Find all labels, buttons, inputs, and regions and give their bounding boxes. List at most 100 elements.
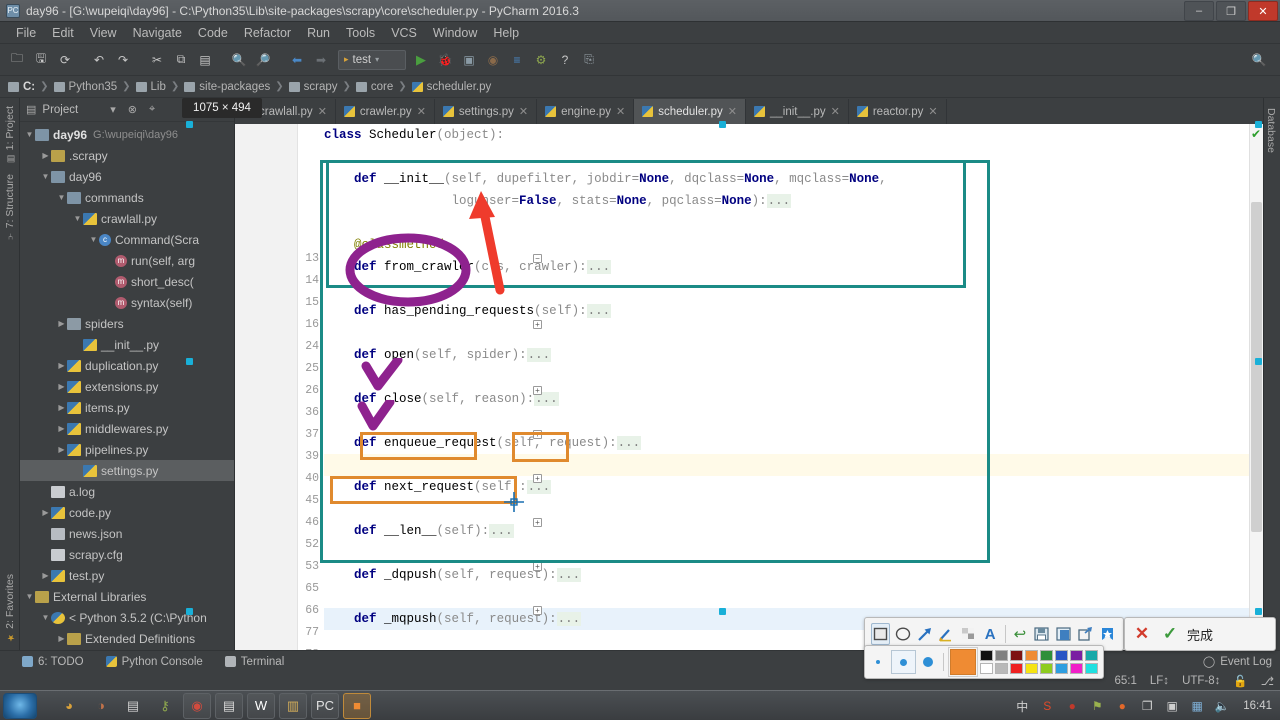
- tool-window-terminal[interactable]: Terminal: [224, 656, 284, 668]
- menu-window[interactable]: Window: [425, 24, 485, 42]
- share-tool[interactable]: [1076, 623, 1095, 645]
- selection-handle-br[interactable]: [1255, 608, 1262, 615]
- fold-expand-icon[interactable]: +: [533, 518, 542, 527]
- twisty-collapsed-icon[interactable]: ▶: [56, 382, 67, 391]
- target-icon[interactable]: ⌖: [149, 103, 155, 116]
- editor-tab[interactable]: reactor.py ✕: [849, 99, 947, 124]
- import-icon[interactable]: ⎘: [578, 49, 600, 71]
- key-icon[interactable]: ⚷: [151, 693, 179, 719]
- tree-item[interactable]: settings.py: [20, 460, 234, 481]
- tree-item[interactable]: ▶ extensions.py: [20, 376, 234, 397]
- twisty-collapsed-icon[interactable]: ▶: [40, 508, 51, 517]
- tree-item[interactable]: ▶ spiders: [20, 313, 234, 334]
- coverage-icon[interactable]: ▣: [458, 49, 480, 71]
- close-tab-icon[interactable]: ✕: [831, 105, 840, 118]
- twisty-collapsed-icon[interactable]: ▶: [56, 361, 67, 370]
- word-icon[interactable]: W: [247, 692, 275, 719]
- fold-expand-icon[interactable]: +: [533, 562, 542, 571]
- breadcrumb-item-1[interactable]: Python35: [53, 81, 117, 93]
- run-icon[interactable]: ▶: [410, 49, 432, 71]
- menu-help[interactable]: Help: [485, 24, 527, 42]
- editor-tab[interactable]: scheduler.py ✕: [634, 99, 746, 124]
- sync-icon[interactable]: ⟳: [54, 49, 76, 71]
- paste-icon[interactable]: ▤: [194, 49, 216, 71]
- tree-item[interactable]: ▶ pipelines.py: [20, 439, 234, 460]
- color-swatch[interactable]: [995, 663, 1008, 674]
- unlock-icon[interactable]: 🔓: [1233, 674, 1247, 688]
- explorer-icon[interactable]: ▥: [279, 692, 307, 719]
- back-icon[interactable]: ⬅: [286, 49, 308, 71]
- twisty-expanded-icon[interactable]: ▼: [72, 214, 83, 223]
- menu-run[interactable]: Run: [299, 24, 338, 42]
- editor-tab-bar[interactable]: crawlall.py ✕ crawler.py ✕ settings.py ✕ engin…: [235, 98, 1263, 124]
- sidebar-item-project[interactable]: ▤ 1: Project: [0, 102, 20, 167]
- selection-handle-bc[interactable]: [719, 608, 726, 615]
- branch-icon[interactable]: ⎇: [1261, 674, 1274, 688]
- menu-refactor[interactable]: Refactor: [236, 24, 299, 42]
- breadcrumb-item-3[interactable]: site-packages: [184, 81, 270, 93]
- menu-code[interactable]: Code: [190, 24, 236, 42]
- notepad-icon[interactable]: ▤: [215, 692, 243, 719]
- system-tray[interactable]: 中 S ● ⚑ ● ❐ ▣ ▦ 🔈 16:41: [1014, 691, 1280, 720]
- tool-window-todo[interactable]: 6: TODO: [22, 656, 84, 668]
- open-folder-icon[interactable]: 🗀: [6, 49, 28, 71]
- stroke-size-small[interactable]: [870, 653, 887, 671]
- close-button[interactable]: ✕: [1248, 1, 1278, 21]
- line-separator-indicator[interactable]: LF↕: [1150, 675, 1169, 687]
- cancel-button[interactable]: ✕: [1131, 623, 1153, 645]
- menu-navigate[interactable]: Navigate: [125, 24, 190, 42]
- taskbar-clock[interactable]: 16:41: [1243, 700, 1272, 712]
- run-tests-icon[interactable]: ≡: [506, 49, 528, 71]
- ellipse-tool[interactable]: [893, 623, 912, 645]
- twisty-collapsed-icon[interactable]: ▶: [56, 634, 67, 643]
- cut-icon[interactable]: ✂: [146, 49, 168, 71]
- menu-tools[interactable]: Tools: [338, 24, 383, 42]
- selection-handle-mr[interactable]: [1255, 358, 1262, 365]
- tree-item[interactable]: m syntax(self): [20, 292, 234, 313]
- maximize-button[interactable]: ❐: [1216, 1, 1246, 21]
- sogou-icon[interactable]: S: [1039, 698, 1055, 714]
- flag-icon[interactable]: ⚑: [1089, 698, 1105, 714]
- forward-icon[interactable]: ➡: [310, 49, 332, 71]
- menu-edit[interactable]: Edit: [44, 24, 82, 42]
- editor-tab[interactable]: __init__.py ✕: [746, 99, 849, 124]
- picture-tool-icon[interactable]: ◑: [87, 693, 115, 719]
- tree-item[interactable]: ▼ < Python 3.5.2 (C:\Python: [20, 607, 234, 628]
- editor-tab[interactable]: engine.py ✕: [537, 99, 635, 124]
- tree-item[interactable]: m run(self, arg: [20, 250, 234, 271]
- sidebar-item-favorites[interactable]: ★ 2: Favorites: [0, 570, 20, 646]
- sidebar-item-database[interactable]: Database: [1263, 104, 1279, 157]
- copy-icon[interactable]: ⧉: [170, 49, 192, 71]
- fold-expand-icon[interactable]: +: [533, 474, 542, 483]
- monitor-icon[interactable]: ▣: [1164, 698, 1180, 714]
- menu-file[interactable]: File: [8, 24, 44, 42]
- fold-expand-icon[interactable]: +: [533, 320, 542, 329]
- security-icon[interactable]: ●: [1064, 698, 1080, 714]
- selection-handle-tc[interactable]: [719, 121, 726, 128]
- color-swatch[interactable]: [1025, 663, 1038, 674]
- selection-handle-tl[interactable]: [186, 121, 193, 128]
- color-swatch[interactable]: [1055, 650, 1068, 661]
- tree-item[interactable]: ▶ test.py: [20, 565, 234, 586]
- tree-item[interactable]: ▶ items.py: [20, 397, 234, 418]
- chrome-icon[interactable]: ◉: [183, 692, 211, 719]
- ime-panel-icon[interactable]: ▦: [1189, 698, 1205, 714]
- debug-icon[interactable]: 🐞: [434, 49, 456, 71]
- annotation-confirm-bar[interactable]: ✕ ✓ 完成: [1124, 617, 1276, 651]
- color-swatch[interactable]: [1025, 650, 1038, 661]
- pen-tool[interactable]: [937, 623, 956, 645]
- close-tab-icon[interactable]: ✕: [318, 105, 327, 118]
- twisty-expanded-icon[interactable]: ▼: [88, 235, 99, 244]
- editor-tab[interactable]: settings.py ✕: [435, 99, 538, 124]
- fold-marker-column[interactable]: −++++++++++: [235, 124, 1263, 650]
- twisty-collapsed-icon[interactable]: ▶: [56, 424, 67, 433]
- color-palette[interactable]: [980, 650, 1098, 674]
- selection-handle-ml[interactable]: [186, 358, 193, 365]
- minimize-button[interactable]: –: [1184, 1, 1214, 21]
- tree-item[interactable]: ▼ crawlall.py: [20, 208, 234, 229]
- color-swatch[interactable]: [1010, 663, 1023, 674]
- snip-tool-icon[interactable]: ■: [343, 692, 371, 719]
- stroke-size-large[interactable]: [920, 653, 937, 671]
- close-tab-icon[interactable]: ✕: [728, 105, 737, 118]
- windows-start-icon[interactable]: [3, 692, 37, 719]
